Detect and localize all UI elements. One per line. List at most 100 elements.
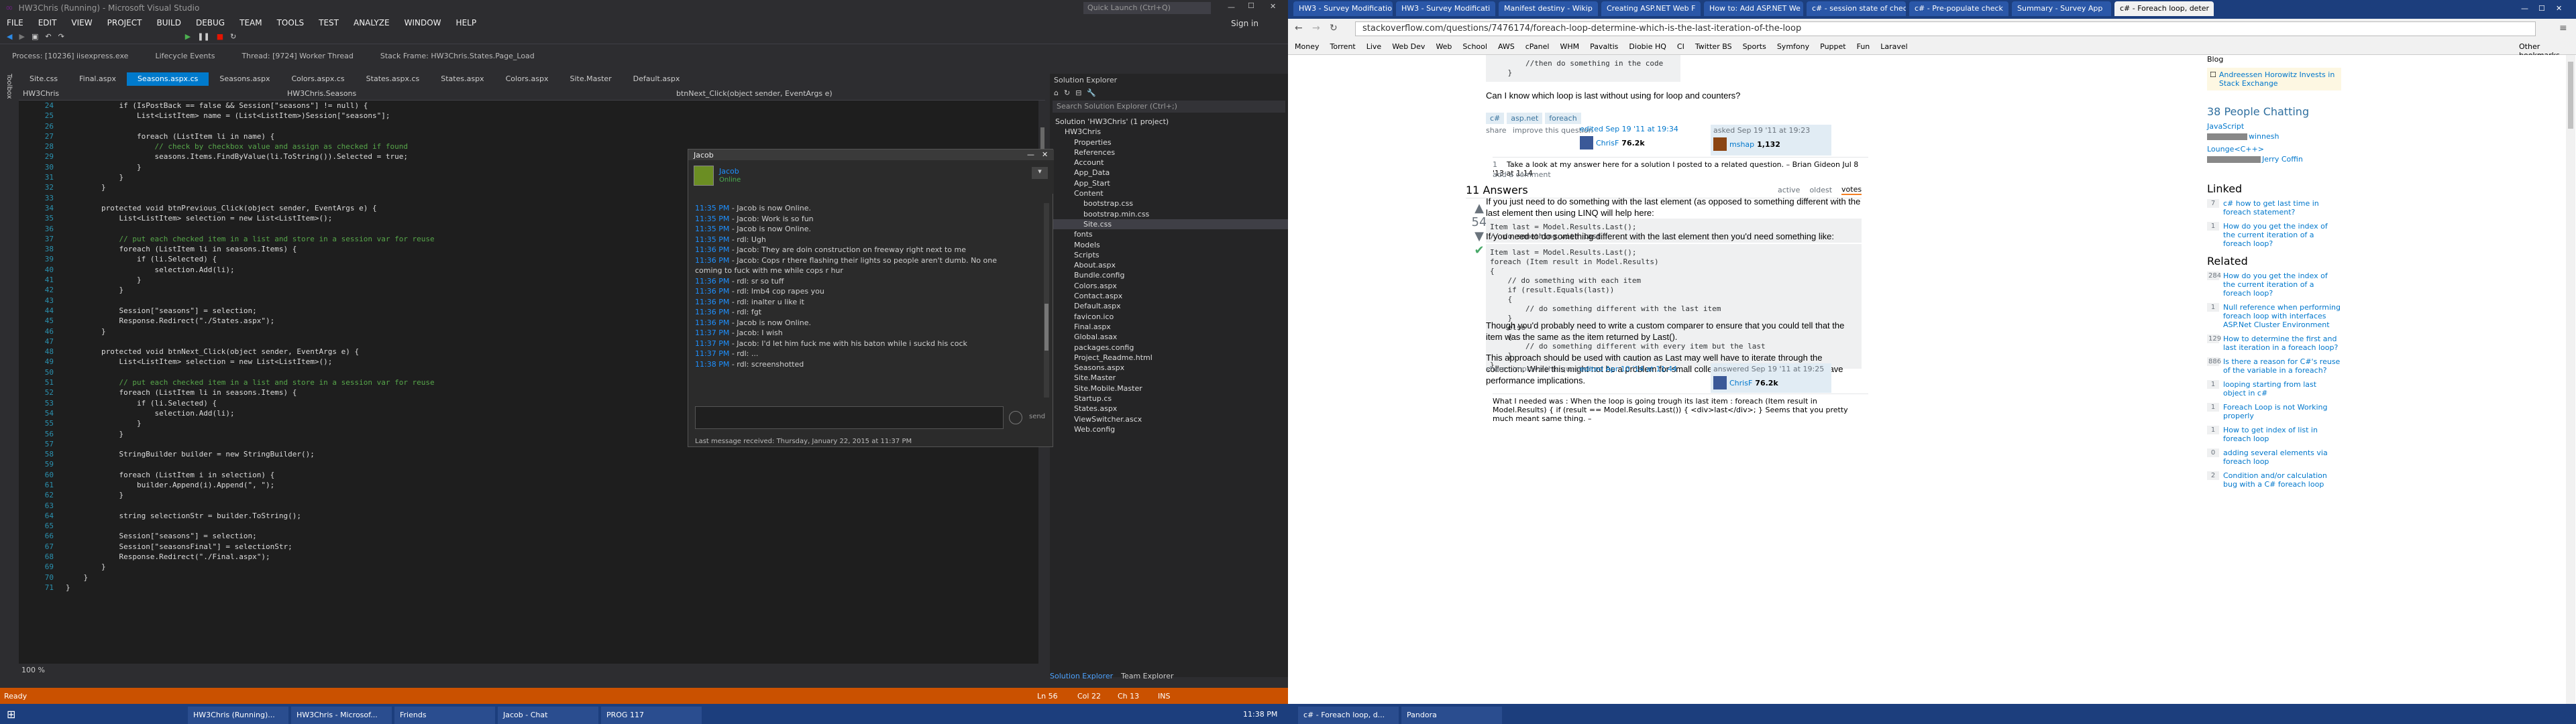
bookmark-pavaltis[interactable]: Pavaltis xyxy=(1590,42,1618,51)
chrome-min-icon[interactable]: — xyxy=(2521,4,2528,13)
question-link[interactable]: adding several elements via foreach loop xyxy=(2223,448,2341,466)
chat-close-icon[interactable]: ✕ xyxy=(1042,150,1048,159)
back-icon[interactable]: ◀ xyxy=(7,32,12,41)
sidebar-question[interactable]: 0 adding several elements via foreach loo… xyxy=(2207,448,2341,466)
pause-icon[interactable]: ❚❚ xyxy=(197,32,209,41)
properties-icon[interactable]: 🔧 xyxy=(1087,88,1096,97)
start-icon[interactable]: ⊞ xyxy=(7,708,15,721)
sort-tab-active[interactable]: active xyxy=(1778,186,1800,194)
menu-project[interactable]: PROJECT xyxy=(107,18,142,27)
question-link[interactable]: Null reference when performing foreach l… xyxy=(2223,303,2341,329)
chat-menu-button[interactable]: ▾ xyxy=(1032,167,1048,179)
solution-item[interactable]: bootstrap.css xyxy=(1050,198,1288,208)
signin-link[interactable]: Sign in xyxy=(1231,19,1258,28)
menu-window[interactable]: WINDOW xyxy=(405,18,441,27)
close-icon[interactable]: ✕ xyxy=(1270,2,1276,11)
sort-tab-votes[interactable]: votes xyxy=(1841,185,1862,195)
restart-icon[interactable]: ↻ xyxy=(230,32,236,41)
bookmark-web[interactable]: Web xyxy=(1436,42,1452,51)
save-icon[interactable]: ▣ xyxy=(32,32,38,41)
taskbar-item[interactable]: Pandora xyxy=(1401,707,1502,724)
tab-seasons-aspx[interactable]: Seasons.aspx xyxy=(209,72,281,86)
question-link[interactable]: How to get index of list in foreach loop xyxy=(2223,426,2341,443)
solution-item[interactable]: packages.config xyxy=(1050,343,1288,353)
taskbar-item[interactable]: Friends xyxy=(394,707,495,724)
solution-item[interactable]: Properties xyxy=(1050,137,1288,147)
forward-icon[interactable]: ▶ xyxy=(19,32,24,41)
sidebar-question[interactable]: 1 How to get index of list in foreach loo… xyxy=(2207,426,2341,443)
tab-site-master[interactable]: Site.Master xyxy=(559,72,623,86)
solution-item[interactable]: States.aspx xyxy=(1050,404,1288,414)
bookmark-puppet[interactable]: Puppet xyxy=(1820,42,1845,51)
chat-room-1[interactable]: JavaScript xyxy=(2207,122,2341,131)
question-tag[interactable]: c# xyxy=(1486,113,1505,124)
toolbox-strip[interactable]: Toolbox xyxy=(0,67,19,677)
send-button[interactable]: send xyxy=(1029,413,1045,420)
question-tag[interactable]: asp.net xyxy=(1507,113,1543,124)
solution-item[interactable]: Content xyxy=(1050,188,1288,198)
share-link[interactable]: share xyxy=(1486,126,1507,135)
bottom-tab-1[interactable]: Team Explorer xyxy=(1121,672,1173,680)
sidebar-question[interactable]: 7 c# how to get last time in foreach stat… xyxy=(2207,199,2341,217)
undo-icon[interactable]: ↶ xyxy=(45,32,51,41)
bookmark-school[interactable]: School xyxy=(1462,42,1487,51)
taskbar-item[interactable]: c# - Foreach loop, d... xyxy=(1298,707,1399,724)
menu-tools[interactable]: TOOLS xyxy=(277,18,305,27)
menu-file[interactable]: FILE xyxy=(7,18,23,27)
solution-item[interactable]: About.aspx xyxy=(1050,260,1288,270)
solution-item[interactable]: Startup.cs xyxy=(1050,394,1288,404)
chrome-close-icon[interactable]: ✕ xyxy=(2556,4,2562,13)
bookmark-diobie-hq[interactable]: Diobie HQ xyxy=(1629,42,1666,51)
solution-item[interactable]: App_Data xyxy=(1050,168,1288,178)
browser-tab[interactable]: HW3 - Survey Modificatio xyxy=(1293,1,1393,16)
question-link[interactable]: How do you get the index of the current … xyxy=(2223,222,2341,248)
solution-item[interactable]: Seasons.aspx xyxy=(1050,363,1288,373)
question-link[interactable]: looping starting from last object in c# xyxy=(2223,380,2341,398)
tab-colors-aspx-cs[interactable]: Colors.aspx.cs xyxy=(280,72,356,86)
question-link[interactable]: Is there a reason for C#'s reuse of the … xyxy=(2223,357,2341,375)
bookmark-laravel[interactable]: Laravel xyxy=(1880,42,1907,51)
tab-seasons-aspx-cs[interactable]: Seasons.aspx.cs xyxy=(126,72,209,86)
answer-edited[interactable]: edited Apr 10 '14 at 11:44 xyxy=(1580,365,1677,373)
add-comment-link[interactable]: add a comment xyxy=(1493,170,1551,179)
question-link[interactable]: c# how to get last time in foreach state… xyxy=(2223,199,2341,217)
tab-colors-aspx[interactable]: Colors.aspx xyxy=(494,72,559,86)
question-tag[interactable]: foreach xyxy=(1545,113,1581,124)
bookmark-twitter-bs[interactable]: Twitter BS xyxy=(1695,42,1732,51)
maximize-icon[interactable]: ☐ xyxy=(1248,1,1254,10)
browser-tab[interactable]: Creating ASP.NET Web F xyxy=(1601,1,1701,16)
chat-room-2-user[interactable]: Jerry Coffin xyxy=(2262,155,2303,164)
chrome-max-icon[interactable]: ☐ xyxy=(2538,4,2545,13)
chat-minimize-icon[interactable]: — xyxy=(1027,150,1034,159)
solution-item[interactable]: References xyxy=(1050,147,1288,158)
emoji-button[interactable] xyxy=(1009,411,1022,424)
sidebar-question[interactable]: 886 Is there a reason for C#'s reuse of t… xyxy=(2207,357,2341,375)
browser-tab[interactable]: c# - Foreach loop, deter xyxy=(2114,1,2214,16)
answerer-name[interactable]: ChrisF xyxy=(1729,379,1752,387)
bookmark-fun[interactable]: Fun xyxy=(1857,42,1870,51)
refresh-icon[interactable]: ↻ xyxy=(1064,88,1070,97)
menu-analyze[interactable]: ANALYZE xyxy=(354,18,390,27)
bottom-tab-0[interactable]: Solution Explorer xyxy=(1050,672,1113,680)
bookmark-web-dev[interactable]: Web Dev xyxy=(1392,42,1425,51)
page-scrollbar[interactable] xyxy=(2566,55,2575,704)
question-link[interactable]: Foreach Loop is not Working properly xyxy=(2223,403,2341,420)
solution-item[interactable]: bootstrap.min.css xyxy=(1050,209,1288,219)
sidebar-question[interactable]: 1 How do you get the index of the current… xyxy=(2207,222,2341,248)
menu-view[interactable]: VIEW xyxy=(71,18,92,27)
solution-item[interactable]: Site.Mobile.Master xyxy=(1050,383,1288,394)
stackframe-select[interactable]: Stack Frame: HW3Chris.States.Page_Load xyxy=(380,52,535,60)
solution-item[interactable]: Site.css xyxy=(1050,219,1288,230)
solution-item[interactable]: Bundle.config xyxy=(1050,270,1288,280)
solution-item[interactable]: Account xyxy=(1050,158,1288,168)
browser-tab[interactable]: Summary - Survey App xyxy=(2012,1,2111,16)
menu-icon[interactable]: ≡ xyxy=(2559,23,2567,34)
vs-quick-launch[interactable]: Quick Launch (Ctrl+Q) xyxy=(1083,2,1211,14)
menu-team[interactable]: TEAM xyxy=(239,18,262,27)
home-icon[interactable]: ⌂ xyxy=(1054,88,1059,97)
solution-item[interactable]: Web.config xyxy=(1050,424,1288,434)
minimize-icon[interactable]: — xyxy=(1228,3,1235,11)
collapse-icon[interactable]: ⊟ xyxy=(1075,88,1081,97)
sidebar-question[interactable]: 129 How to determine the first and last i… xyxy=(2207,335,2341,352)
tab-site-css[interactable]: Site.css xyxy=(19,72,69,86)
